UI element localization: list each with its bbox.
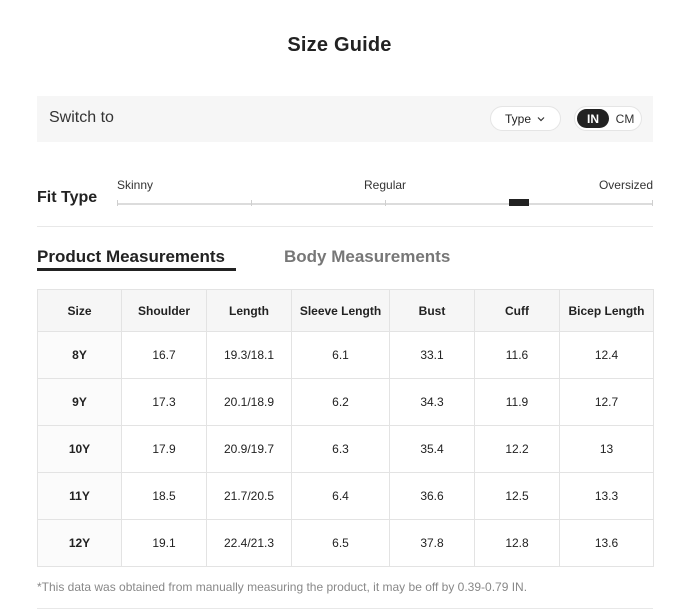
column-header-size: Size (37, 289, 122, 332)
table-cell: 19.1 (121, 519, 207, 567)
table-cell: 20.1/18.9 (206, 378, 292, 426)
fit-scale-tick (652, 200, 653, 206)
bottom-divider (37, 608, 653, 609)
chevron-down-icon (537, 116, 545, 121)
table-cell: 6.1 (291, 331, 390, 379)
active-tab-underline (37, 268, 236, 271)
table-cell: 13.6 (559, 519, 654, 567)
table-cell: 6.5 (291, 519, 390, 567)
table-cell: 21.7/20.5 (206, 472, 292, 520)
table-cell: 12.8 (474, 519, 560, 567)
fit-scale-tick (117, 200, 118, 206)
table-cell: 35.4 (389, 425, 475, 473)
measurements-table: Size Shoulder Length Sleeve Length Bust … (37, 289, 654, 567)
column-header-bicep-length: Bicep Length (559, 289, 654, 332)
column-header-length: Length (206, 289, 292, 332)
fit-scale-tick (251, 200, 252, 206)
table-cell: 19.3/18.1 (206, 331, 292, 379)
switch-label: Switch to (49, 109, 114, 126)
fit-option-oversized: Oversized (598, 178, 653, 192)
table-cell: 11.6 (474, 331, 560, 379)
unit-switch-bar: Switch to Type IN CM (37, 96, 653, 142)
table-cell: 20.9/19.7 (206, 425, 292, 473)
table-cell: 34.3 (389, 378, 475, 426)
table-cell: 17.9 (121, 425, 207, 473)
size-cell: 9Y (37, 378, 122, 426)
column-header-sleeve-length: Sleeve Length (291, 289, 390, 332)
type-dropdown-label: Type (504, 111, 531, 126)
unit-cm-button[interactable]: CM (611, 109, 639, 128)
size-cell: 12Y (37, 519, 122, 567)
unit-toggle: IN CM (574, 106, 642, 131)
table-cell: 12.2 (474, 425, 560, 473)
column-header-shoulder: Shoulder (121, 289, 207, 332)
table-row: 11Y 18.5 21.7/20.5 6.4 36.6 12.5 13.3 (37, 472, 654, 520)
size-cell: 11Y (37, 472, 122, 520)
table-cell: 12.5 (474, 472, 560, 520)
table-cell: 18.5 (121, 472, 207, 520)
table-cell: 17.3 (121, 378, 207, 426)
section-divider (37, 226, 653, 227)
column-header-bust: Bust (389, 289, 475, 332)
table-cell: 22.4/21.3 (206, 519, 292, 567)
table-cell: 33.1 (389, 331, 475, 379)
table-cell: 36.6 (389, 472, 475, 520)
table-cell: 6.4 (291, 472, 390, 520)
table-cell: 6.3 (291, 425, 390, 473)
tab-product-measurements[interactable]: Product Measurements (37, 247, 225, 267)
table-cell: 13.3 (559, 472, 654, 520)
table-cell: 12.4 (559, 331, 654, 379)
table-cell: 11.9 (474, 378, 560, 426)
table-cell: 13 (559, 425, 654, 473)
table-row: 10Y 17.9 20.9/19.7 6.3 35.4 12.2 13 (37, 425, 654, 473)
table-cell: 12.7 (559, 378, 654, 426)
column-header-cuff: Cuff (474, 289, 560, 332)
table-cell: 37.8 (389, 519, 475, 567)
table-row: 9Y 17.3 20.1/18.9 6.2 34.3 11.9 12.7 (37, 378, 654, 426)
table-cell: 6.2 (291, 378, 390, 426)
size-cell: 10Y (37, 425, 122, 473)
measurement-disclaimer: *This data was obtained from manually me… (37, 580, 528, 594)
fit-scale-marker (509, 199, 529, 206)
type-dropdown[interactable]: Type (490, 106, 561, 131)
table-row: 12Y 19.1 22.4/21.3 6.5 37.8 12.8 13.6 (37, 519, 654, 567)
fit-scale-tick (385, 200, 386, 206)
fit-option-skinny: Skinny (117, 178, 154, 192)
page-title: Size Guide (287, 34, 392, 56)
table-row: 8Y 16.7 19.3/18.1 6.1 33.1 11.6 12.4 (37, 331, 654, 379)
unit-in-button[interactable]: IN (577, 109, 609, 128)
fit-type-label: Fit Type (37, 189, 98, 206)
table-cell: 16.7 (121, 331, 207, 379)
fit-option-regular: Regular (364, 178, 407, 192)
table-header-row: Size Shoulder Length Sleeve Length Bust … (37, 289, 654, 332)
tab-body-measurements[interactable]: Body Measurements (284, 247, 450, 267)
size-cell: 8Y (37, 331, 122, 379)
